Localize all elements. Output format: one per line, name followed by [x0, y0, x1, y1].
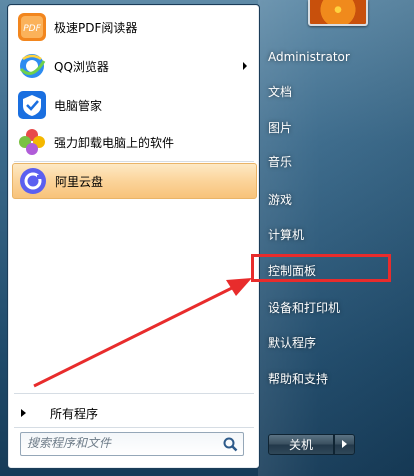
menu-pictures[interactable]: 图片 — [268, 116, 292, 138]
menu-default-programs[interactable]: 默认程序 — [268, 331, 316, 353]
search-icon[interactable] — [222, 436, 238, 452]
divider — [14, 427, 254, 428]
program-pdf-reader[interactable]: PDF 极速PDF阅读器 — [12, 9, 257, 45]
menu-help-support[interactable]: 帮助和支持 — [268, 367, 328, 389]
menu-music[interactable]: 音乐 — [268, 150, 292, 172]
pdf-reader-icon: PDF — [17, 12, 47, 42]
start-menu: PDF 极速PDF阅读器 QQ浏览器 电脑管家 强力卸载电脑上的软件 阿里云盘 … — [0, 0, 414, 476]
qq-browser-icon — [17, 51, 47, 81]
program-label: 强力卸载电脑上的软件 — [54, 135, 175, 150]
program-qq-browser[interactable]: QQ浏览器 — [12, 48, 257, 84]
user-name[interactable]: Administrator — [268, 46, 350, 68]
program-aliyun-drive[interactable]: 阿里云盘 — [12, 163, 257, 199]
menu-computer[interactable]: 计算机 — [268, 223, 304, 245]
programs-panel: PDF 极速PDF阅读器 QQ浏览器 电脑管家 强力卸载电脑上的软件 阿里云盘 … — [7, 4, 260, 469]
menu-documents[interactable]: 文档 — [268, 80, 292, 102]
annotation-highlight-box — [251, 254, 391, 282]
submenu-arrow-icon[interactable] — [243, 62, 247, 70]
search-box[interactable] — [20, 432, 244, 456]
program-label: 阿里云盘 — [55, 174, 104, 189]
program-uninstaller[interactable]: 强力卸载电脑上的软件 — [12, 124, 257, 160]
divider — [14, 393, 254, 394]
menu-devices-printers[interactable]: 设备和打印机 — [268, 296, 340, 318]
arrow-right-icon — [342, 440, 347, 448]
program-label: QQ浏览器 — [54, 59, 109, 74]
uninstall-icon — [17, 127, 47, 157]
search-input[interactable] — [27, 434, 217, 452]
divider — [14, 161, 254, 162]
program-label: 电脑管家 — [54, 98, 103, 113]
user-avatar[interactable] — [308, 0, 368, 26]
svg-text:PDF: PDF — [23, 24, 41, 34]
program-pc-manager[interactable]: 电脑管家 — [12, 87, 257, 123]
program-label: 极速PDF阅读器 — [54, 20, 138, 35]
all-programs-label: 所有程序 — [50, 406, 99, 421]
aliyun-drive-icon — [18, 166, 48, 196]
shutdown-button[interactable]: 关机 — [268, 434, 334, 455]
arrow-right-icon — [21, 409, 26, 417]
all-programs-button[interactable]: 所有程序 — [18, 402, 258, 424]
pc-manager-icon — [17, 90, 47, 120]
menu-games[interactable]: 游戏 — [268, 188, 292, 210]
shutdown-options-button[interactable] — [334, 434, 355, 455]
